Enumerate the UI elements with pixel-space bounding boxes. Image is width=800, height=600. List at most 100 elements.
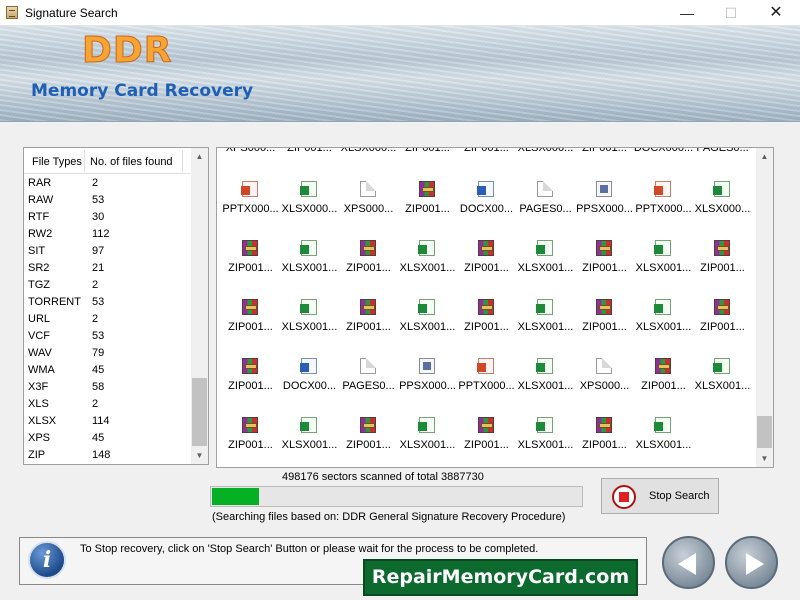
file-type-row[interactable]: XLSX 114: [24, 413, 192, 430]
file-item[interactable]: XLSX001...: [280, 299, 339, 349]
file-item[interactable]: ZIP001...: [457, 299, 516, 349]
close-button[interactable]: ✕: [753, 0, 799, 26]
file-item[interactable]: ZIP001...: [221, 299, 280, 349]
file-item[interactable]: XLSX001...: [516, 358, 575, 408]
file-item[interactable]: XLSX001...: [280, 417, 339, 467]
file-type-row[interactable]: RAW 53: [24, 192, 192, 209]
file-types-list[interactable]: File Types No. of files found RAR 2 RAW 53 R…: [23, 147, 209, 465]
file-item-label: XLSX001...: [635, 439, 692, 451]
file-item[interactable]: XPS000...: [339, 181, 398, 231]
file-item[interactable]: XLSX001...: [516, 240, 575, 290]
file-item-icon-wrap: [360, 240, 376, 256]
file-type-row[interactable]: SIT 97: [24, 243, 192, 260]
file-item[interactable]: PPTX000...: [634, 181, 693, 231]
column-divider[interactable]: [182, 150, 183, 172]
xlsx-icon: [536, 240, 553, 256]
file-item[interactable]: PPTX000...: [221, 181, 280, 231]
file-item[interactable]: XLSX000...: [280, 181, 339, 231]
file-item-label: XLSX001...: [399, 262, 456, 274]
file-item[interactable]: XLSX001...: [398, 299, 457, 349]
file-item[interactable]: ZIP001...: [575, 417, 634, 467]
file-item[interactable]: XLSX001...: [634, 299, 693, 349]
file-item[interactable]: ZIP001...: [221, 358, 280, 408]
file-type-name: SR2: [28, 262, 50, 274]
file-type-row[interactable]: X3F 58: [24, 379, 192, 396]
column-divider[interactable]: [84, 150, 85, 172]
file-type-row[interactable]: RW2 112: [24, 226, 192, 243]
file-type-name: XLSX: [28, 415, 57, 427]
scroll-down-arrow-icon[interactable]: ▼: [756, 450, 773, 467]
found-files-scrollbar[interactable]: ▲ ▼: [756, 148, 773, 467]
file-type-row[interactable]: WMA 45: [24, 362, 192, 379]
file-item[interactable]: PAGES0...: [339, 358, 398, 408]
next-button[interactable]: [725, 536, 778, 589]
file-item[interactable]: ZIP001...: [575, 240, 634, 290]
file-type-row[interactable]: TGZ 2: [24, 277, 192, 294]
scroll-up-arrow-icon[interactable]: ▲: [191, 148, 208, 165]
file-type-name: TORRENT: [28, 296, 81, 308]
website-banner[interactable]: RepairMemoryCard.com: [363, 559, 638, 596]
file-item[interactable]: PPSX000...: [575, 181, 634, 231]
scroll-down-arrow-icon[interactable]: ▼: [191, 447, 208, 464]
file-item[interactable]: ZIP001...: [575, 299, 634, 349]
file-item[interactable]: XLSX001...: [516, 417, 575, 467]
file-type-count: 53: [92, 330, 105, 342]
file-item[interactable]: ZIP001...: [221, 240, 280, 290]
file-item[interactable]: XLSX001...: [634, 417, 693, 467]
file-type-count: 21: [92, 262, 105, 274]
file-item[interactable]: ZIP001...: [693, 240, 752, 290]
file-item[interactable]: XLSX000...: [693, 181, 752, 231]
zip-icon: [242, 358, 258, 374]
file-item-icon-wrap: [596, 417, 612, 433]
file-item[interactable]: DOCX00...: [457, 181, 516, 231]
stop-search-button[interactable]: Stop Search: [601, 478, 719, 514]
file-type-row[interactable]: XLS 2: [24, 396, 192, 413]
file-type-row[interactable]: VCF 53: [24, 328, 192, 345]
file-item[interactable]: PPSX000...: [398, 358, 457, 408]
file-item[interactable]: ZIP001...: [634, 358, 693, 408]
file-type-row[interactable]: ZIP 148: [24, 447, 192, 464]
maximize-button[interactable]: ☐: [708, 0, 754, 26]
scroll-thumb[interactable]: [192, 378, 207, 446]
file-item[interactable]: ZIP001...: [457, 240, 516, 290]
file-item-label: ZIP001...: [405, 147, 450, 154]
file-item[interactable]: XLSX001...: [280, 240, 339, 290]
found-files-grid[interactable]: ▲ ▼ XPS000... ZIP001... XLSX000... ZIP001..…: [216, 147, 774, 468]
file-item[interactable]: ZIP001...: [398, 181, 457, 231]
file-types-scrollbar[interactable]: ▲ ▼: [191, 148, 208, 464]
file-type-name: ZIP: [28, 449, 46, 461]
file-type-row[interactable]: SR2 21: [24, 260, 192, 277]
file-type-row[interactable]: WAV 79: [24, 345, 192, 362]
file-item-label: XPS000...: [343, 203, 394, 215]
column-header-file-count[interactable]: No. of files found: [90, 156, 173, 168]
file-item[interactable]: ZIP001...: [221, 417, 280, 467]
file-item[interactable]: PAGES0...: [516, 181, 575, 231]
file-item[interactable]: XLSX001...: [516, 299, 575, 349]
xlsx-icon: [300, 299, 317, 315]
back-button[interactable]: [662, 536, 715, 589]
file-item[interactable]: ZIP001...: [457, 417, 516, 467]
file-type-row[interactable]: RTF 30: [24, 209, 192, 226]
scroll-up-arrow-icon[interactable]: ▲: [756, 148, 773, 165]
file-item[interactable]: XLSX001...: [693, 358, 752, 408]
file-item[interactable]: XLSX001...: [398, 240, 457, 290]
scroll-thumb[interactable]: [757, 416, 772, 448]
file-item[interactable]: DOCX00...: [280, 358, 339, 408]
file-type-row[interactable]: URL 2: [24, 311, 192, 328]
file-type-count: 2: [92, 398, 99, 410]
file-type-row[interactable]: TORRENT 53: [24, 294, 192, 311]
file-item[interactable]: ZIP001...: [339, 417, 398, 467]
column-header-file-types[interactable]: File Types: [32, 156, 82, 168]
file-item[interactable]: PPTX000...: [457, 358, 516, 408]
file-type-row[interactable]: RAR 2: [24, 175, 192, 192]
file-item[interactable]: XLSX001...: [634, 240, 693, 290]
file-type-count: 53: [92, 296, 105, 308]
blank-file-icon: [537, 181, 553, 197]
file-item[interactable]: ZIP001...: [339, 240, 398, 290]
file-item[interactable]: XPS000...: [575, 358, 634, 408]
minimize-button[interactable]: —: [664, 0, 710, 26]
file-item[interactable]: ZIP001...: [693, 299, 752, 349]
file-item[interactable]: ZIP001...: [339, 299, 398, 349]
file-item[interactable]: XLSX001...: [398, 417, 457, 467]
file-type-row[interactable]: XPS 45: [24, 430, 192, 447]
